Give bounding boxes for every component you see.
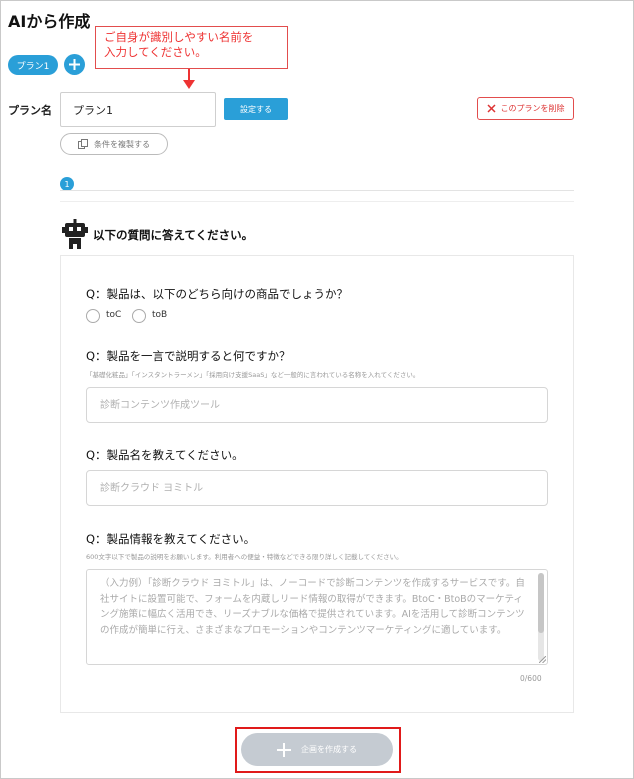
radio-toc[interactable] (86, 309, 100, 323)
callout-arrow-icon (183, 80, 195, 89)
callout-line-2: 入力してください。 (104, 45, 207, 59)
question-2-label: Q：製品を一言で説明すると何ですか？ (86, 349, 291, 363)
plus-icon (69, 59, 80, 70)
radio-tob[interactable] (132, 309, 146, 323)
create-plan-label: 企画を作成する (301, 745, 357, 754)
question-2-hint: 「基礎化粧品」「インスタントラーメン」「採用向け支援SaaS」など一般的に言われ… (86, 371, 420, 379)
question-4-hint: 600文字以下で製品の説明をお願いします。利用者への便益・特徴などできる限り詳し… (86, 553, 403, 561)
step-divider (60, 190, 574, 191)
copy-conditions-label: 条件を複製する (94, 139, 150, 149)
step-badge: 1 (60, 177, 74, 191)
delete-plan-label: このプランを削除 (500, 104, 565, 113)
callout-annotation: ご自身が識別しやすい名前を 入力してください。 (95, 26, 288, 69)
close-icon (486, 104, 496, 113)
copy-icon (78, 139, 88, 149)
section-divider (60, 201, 574, 202)
product-name-input[interactable] (86, 470, 548, 506)
robot-icon (62, 219, 88, 249)
question-3-label: Q：製品名を教えてください。 (86, 448, 244, 462)
plan-name-input[interactable] (60, 92, 216, 127)
page-title: AIから作成 (8, 12, 91, 31)
character-counter: 0/600 (520, 674, 542, 683)
question-4-label: Q：製品情報を教えてください。 (86, 532, 256, 546)
delete-plan-button[interactable]: このプランを削除 (477, 97, 574, 120)
intro-heading: 以下の質問に答えてください。 (93, 228, 254, 242)
plan-tab-1[interactable]: プラン1 (8, 55, 58, 75)
resize-grip-icon[interactable] (539, 656, 546, 663)
product-category-input[interactable] (86, 387, 548, 423)
radio-toc-label: toC (106, 310, 122, 320)
set-button[interactable]: 設定する (224, 98, 288, 120)
plus-icon (277, 742, 291, 757)
plan-name-label: プラン名 (8, 104, 52, 117)
question-1-label: Q：製品は、以下のどちら向けの商品でしょうか？ (86, 287, 349, 301)
create-plan-button[interactable]: 企画を作成する (241, 733, 393, 766)
add-plan-button[interactable] (64, 54, 85, 75)
radio-tob-label: toB (152, 310, 168, 320)
product-info-textarea[interactable] (86, 569, 548, 665)
textarea-scrollbar-thumb[interactable] (538, 573, 544, 633)
copy-conditions-button[interactable]: 条件を複製する (60, 133, 168, 155)
callout-line-1: ご自身が識別しやすい名前を (104, 30, 254, 44)
